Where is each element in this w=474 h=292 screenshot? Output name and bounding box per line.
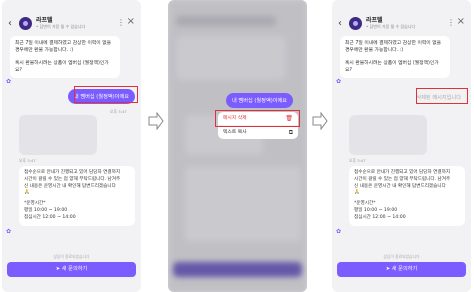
bot-avatar-icon: ✿ — [336, 228, 342, 235]
laftel-logo — [19, 17, 32, 30]
timestamp: 오후 3:47 — [349, 158, 366, 163]
back-icon[interactable]: ‹ — [8, 18, 12, 29]
new-inquiry-button[interactable]: ➤ 새 문의하기 — [337, 262, 466, 277]
bot-message-refund: 최근 7일 이내에 결제하였고 감상한 이력이 없을 경우에만 환불 가능합니다… — [340, 36, 450, 78]
bot-line: 점심시간 12:00 ~ 14:00 — [354, 214, 406, 220]
more-icon[interactable]: ⋮ — [117, 18, 125, 27]
close-icon[interactable]: × — [457, 16, 465, 27]
send-icon: ➤ — [55, 266, 61, 272]
copy-icon: ⧉ — [288, 129, 293, 136]
highlight-box — [416, 88, 468, 104]
bot-line: 시간이 걸릴 수 있는 점 양해 부탁드립니다. 남겨주 — [354, 176, 451, 182]
bot-message-text: 혹시 환불하시려는 상품이 멤버십 (월정액)인가요? — [15, 61, 109, 73]
bot-line: 평일 10:00 ~ 19:00 — [24, 207, 68, 213]
bot-line: 신 내용은 운영시간 내 확인해 답변드리겠습니다 — [24, 183, 116, 189]
right-arrow-icon — [312, 112, 328, 130]
bot-line: 신 내용은 운영시간 내 확인해 답변드리겠습니다 — [354, 183, 446, 189]
right-arrow-icon — [148, 112, 164, 130]
highlight-box — [74, 86, 138, 103]
chat-header: ‹ 라프텔 • 답변이 가장 될 수 있습니다 ⋮ × — [2, 14, 141, 36]
bot-line: *운영시간* — [354, 201, 376, 207]
footer-note: 상담이 종료되었습니다 — [53, 254, 90, 259]
bot-message-hours: 접수순으로 안내가 진행되고 있어 담당자 연결까지 시간이 걸릴 수 있는 점… — [349, 166, 465, 226]
timestamp: 오후 3:47 — [19, 158, 36, 163]
copy-text-item[interactable]: 텍스트 복사 ⧉ — [218, 126, 298, 139]
bot-message-refund: 최근 7일 이내에 결제하였고 감상한 이력이 없을 경우에만 환불 가능합니다… — [10, 36, 120, 78]
bot-image-placeholder — [19, 115, 97, 155]
new-inquiry-button[interactable]: ➤ 새 문의하기 — [7, 262, 136, 277]
bot-line: 시간이 걸릴 수 있는 점 양해 부탁드립니다. 남겨주 — [24, 176, 121, 182]
timestamp: 오후 3:47 — [110, 109, 127, 114]
chat-title: 라프텔 — [36, 17, 53, 24]
back-icon[interactable]: ‹ — [338, 18, 342, 29]
dim-overlay — [168, 0, 307, 292]
bot-avatar-icon: ✿ — [336, 78, 342, 85]
chat-subtitle: • 답변이 가장 될 수 있습니다 — [366, 24, 416, 29]
bot-line: 접수순으로 안내가 진행되고 있어 담당자 연결까지 — [354, 170, 451, 175]
bot-line: 🙏 — [24, 190, 30, 196]
bot-message-hours: 접수순으로 안내가 진행되고 있어 담당자 연결까지 시간이 걸릴 수 있는 점… — [19, 166, 135, 226]
bot-line: 평일 10:00 ~ 19:00 — [354, 207, 398, 213]
selected-user-message[interactable]: 내 멤버십 (월정액)이에요 — [226, 93, 294, 108]
footer-note: 상담이 종료되었습니다 — [383, 254, 420, 259]
bot-line: 점심시간 12:00 ~ 14:00 — [24, 214, 76, 220]
chat-panel-after: ‹ 라프텔 • 답변이 가장 될 수 있습니다 ⋮ × 최근 7일 이내에 결제… — [332, 0, 471, 292]
bot-line: 접수순으로 안내가 진행되고 있어 담당자 연결까지 — [24, 170, 121, 175]
chat-panel-before: ‹ 라프텔 • 답변이 가장 될 수 있습니다 ⋮ × 최근 7일 이내에 결제… — [2, 0, 141, 292]
bot-message-text: 혹시 환불하시려는 상품이 멤버십 (월정액)인가요? — [345, 61, 439, 73]
send-icon: ➤ — [385, 266, 391, 272]
chat-subtitle: • 답변이 가장 될 수 있습니다 — [36, 24, 86, 29]
chat-panel-context-menu: 내 멤버십 (월정액)이에요 메시지 삭제 🗑 텍스트 복사 ⧉ — [168, 0, 307, 292]
chat-header: ‹ 라프텔 • 답변이 가장 될 수 있습니다 ⋮ × — [332, 14, 471, 36]
bot-line: *운영시간* — [24, 201, 46, 207]
bot-line: 🙏 — [354, 190, 360, 196]
laftel-logo — [349, 17, 362, 30]
bot-message-text: 최근 7일 이내에 결제하였고 감상한 이력이 없을 경우에만 환불 가능합니다… — [15, 41, 112, 53]
chat-title: 라프텔 — [366, 17, 383, 24]
new-inquiry-label: 새 문의하기 — [391, 266, 418, 272]
highlight-box — [215, 110, 300, 127]
bot-avatar-icon: ✿ — [6, 228, 12, 235]
more-icon[interactable]: ⋮ — [447, 18, 455, 27]
close-icon[interactable]: × — [127, 16, 135, 27]
new-inquiry-label: 새 문의하기 — [61, 266, 88, 272]
bot-message-text: 최근 7일 이내에 결제하였고 감상한 이력이 없을 경우에만 환불 가능합니다… — [345, 41, 442, 53]
bot-avatar-icon: ✿ — [6, 78, 12, 85]
copy-text-label: 텍스트 복사 — [223, 130, 247, 135]
bot-image-placeholder — [349, 115, 427, 155]
